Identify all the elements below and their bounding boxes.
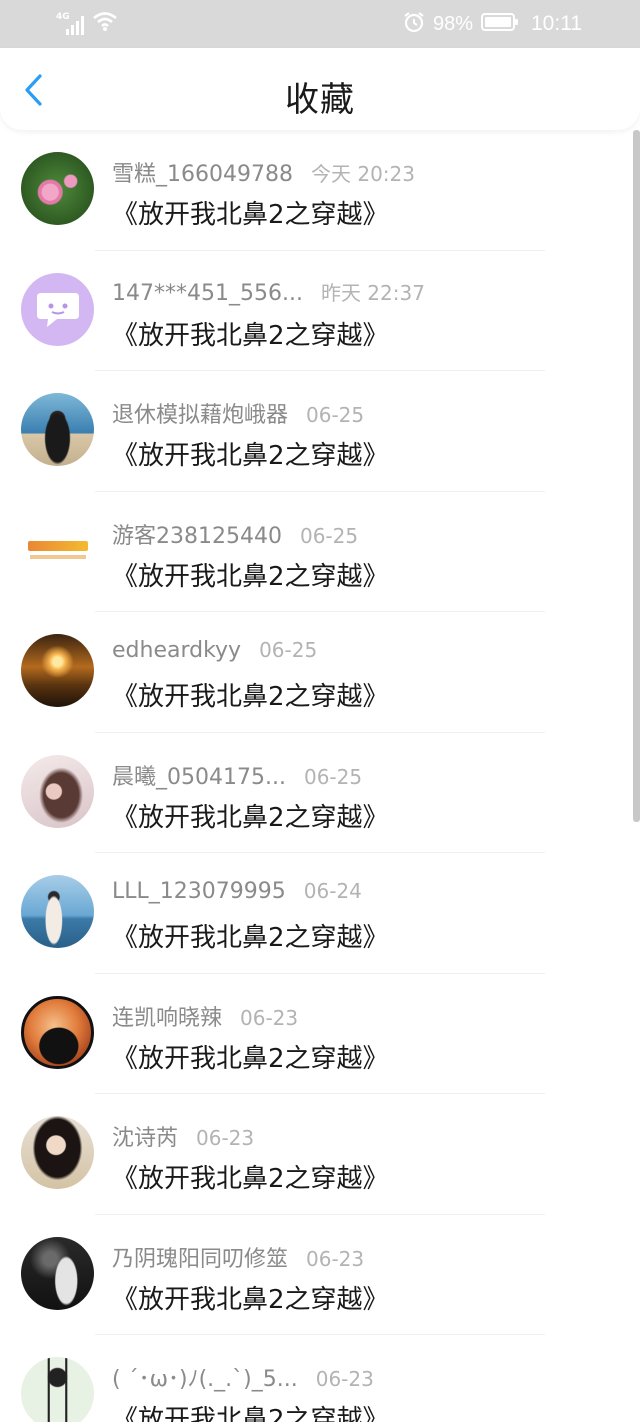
item-meta: 游客238125440 06-25 (112, 518, 358, 550)
timestamp: 06-25 (259, 638, 318, 662)
chat-bubble-icon (36, 293, 79, 327)
signal-icon: 4G (56, 12, 86, 36)
user-name: LLL_123079995 (112, 879, 286, 904)
timestamp: 06-23 (240, 1005, 299, 1030)
story-title: 《放开我北鼻2之穿越》 (112, 802, 389, 833)
timestamp: 06-23 (196, 1126, 255, 1150)
avatar (21, 513, 94, 587)
page-title: 收藏 (285, 80, 355, 120)
avatar (21, 1116, 94, 1189)
logo-line (29, 555, 86, 559)
status-bar: 4G 98% 10:11 (0, 0, 640, 48)
list-item[interactable]: 退休模拟藉炮峨器 06-25 《放开我北鼻2之穿越》 (0, 371, 640, 492)
timestamp: 06-24 (303, 879, 362, 903)
item-meta: 晨曦_0504175... 06-25 (112, 759, 362, 791)
list-item[interactable]: ( ´･ω･)ﾉ(._.`)_5... 06-23 《放开我北鼻2之穿越》 (0, 1335, 640, 1422)
avatar (21, 152, 94, 225)
user-name: 147***451_556... (112, 280, 303, 306)
story-title: 《放开我北鼻2之穿越》 (112, 441, 389, 471)
avatar (21, 1357, 94, 1422)
item-meta: 沈诗芮 06-23 (112, 1120, 254, 1152)
item-meta: 退休模拟藉炮峨器 06-25 (112, 397, 364, 429)
timestamp: 06-23 (306, 1246, 365, 1271)
story-title: 《放开我北鼻2之穿越》 (112, 923, 389, 953)
alarm-icon (403, 11, 425, 37)
story-title: 《放开我北鼻2之穿越》 (112, 1164, 389, 1194)
user-name: 沈诗芮 (112, 1126, 179, 1151)
avatar (21, 634, 94, 707)
user-name: 游客238125440 (112, 523, 282, 549)
logo-mark (27, 541, 88, 551)
list-item[interactable]: 沈诗芮 06-23 《放开我北鼻2之穿越》 (0, 1094, 640, 1215)
user-name: 连凯响晓辣 (112, 1005, 223, 1031)
list-item[interactable]: edheardkyy 06-25 《放开我北鼻2之穿越》 (0, 612, 640, 733)
story-title: 《放开我北鼻2之穿越》 (112, 200, 389, 230)
user-name: ( ´･ω･)ﾉ(._.`)_5... (112, 1367, 298, 1392)
battery-icon (481, 12, 519, 36)
scrollbar[interactable] (633, 130, 640, 822)
timestamp: 昨天 22:37 (320, 280, 425, 305)
item-meta: 乃阴瑰阳同叨修筮 06-23 (112, 1241, 364, 1273)
favorites-list: 雪糕_166049788 今天 20:23 《放开我北鼻2之穿越》 147***… (0, 130, 640, 1422)
user-name: 退休模拟藉炮峨器 (112, 403, 289, 428)
avatar (21, 393, 94, 466)
user-name: 晨曦_0504175... (112, 764, 286, 790)
avatar (21, 1236, 94, 1310)
item-meta: 雪糕_166049788 今天 20:23 (112, 156, 415, 188)
item-meta: edheardkyy 06-25 (112, 638, 317, 663)
user-name: edheardkyy (112, 638, 242, 663)
timestamp: 06-25 (303, 764, 363, 789)
battery-percent: 98% (432, 12, 473, 35)
story-title: 《放开我北鼻2之穿越》 (112, 1284, 389, 1315)
item-meta: ( ´･ω･)ﾉ(._.`)_5... 06-23 (112, 1361, 374, 1393)
header: 收藏 (0, 48, 640, 130)
user-name: 乃阴瑰阳同叨修筮 (112, 1246, 289, 1272)
wifi-icon (92, 10, 118, 36)
list-item[interactable]: 雪糕_166049788 今天 20:23 《放开我北鼻2之穿越》 (0, 130, 640, 251)
list-item[interactable]: 游客238125440 06-25 《放开我北鼻2之穿越》 (0, 492, 640, 612)
avatar (21, 995, 94, 1069)
item-meta: 连凯响晓辣 06-23 (112, 1000, 298, 1032)
item-meta: LLL_123079995 06-24 (112, 879, 362, 904)
clock: 10:11 (531, 12, 582, 35)
avatar (21, 754, 94, 828)
item-meta: 147***451_556... 昨天 22:37 (112, 277, 425, 306)
list-item[interactable]: 连凯响晓辣 06-23 《放开我北鼻2之穿越》 (0, 974, 640, 1094)
avatar (21, 875, 94, 948)
story-title: 《放开我北鼻2之穿越》 (112, 561, 389, 592)
list-item[interactable]: LLL_123079995 06-24 《放开我北鼻2之穿越》 (0, 853, 640, 974)
list-item[interactable]: 乃阴瑰阳同叨修筮 06-23 《放开我北鼻2之穿越》 (0, 1215, 640, 1335)
story-title: 《放开我北鼻2之穿越》 (112, 320, 389, 351)
status-right: 98% 10:11 (403, 10, 582, 38)
timestamp: 今天 20:23 (310, 162, 415, 186)
list-item[interactable]: 晨曦_0504175... 06-25 《放开我北鼻2之穿越》 (0, 733, 640, 853)
timestamp: 06-23 (315, 1367, 374, 1391)
story-title: 《放开我北鼻2之穿越》 (112, 1043, 389, 1074)
avatar (21, 272, 94, 346)
user-name: 雪糕_166049788 (112, 162, 293, 187)
status-left: 4G (56, 12, 118, 36)
timestamp: 06-25 (299, 523, 359, 548)
story-title: 《放开我北鼻2之穿越》 (112, 1405, 389, 1422)
story-title: 《放开我北鼻2之穿越》 (112, 682, 389, 712)
timestamp: 06-25 (306, 403, 365, 427)
list-item[interactable]: 147***451_556... 昨天 22:37 《放开我北鼻2之穿越》 (0, 251, 640, 371)
